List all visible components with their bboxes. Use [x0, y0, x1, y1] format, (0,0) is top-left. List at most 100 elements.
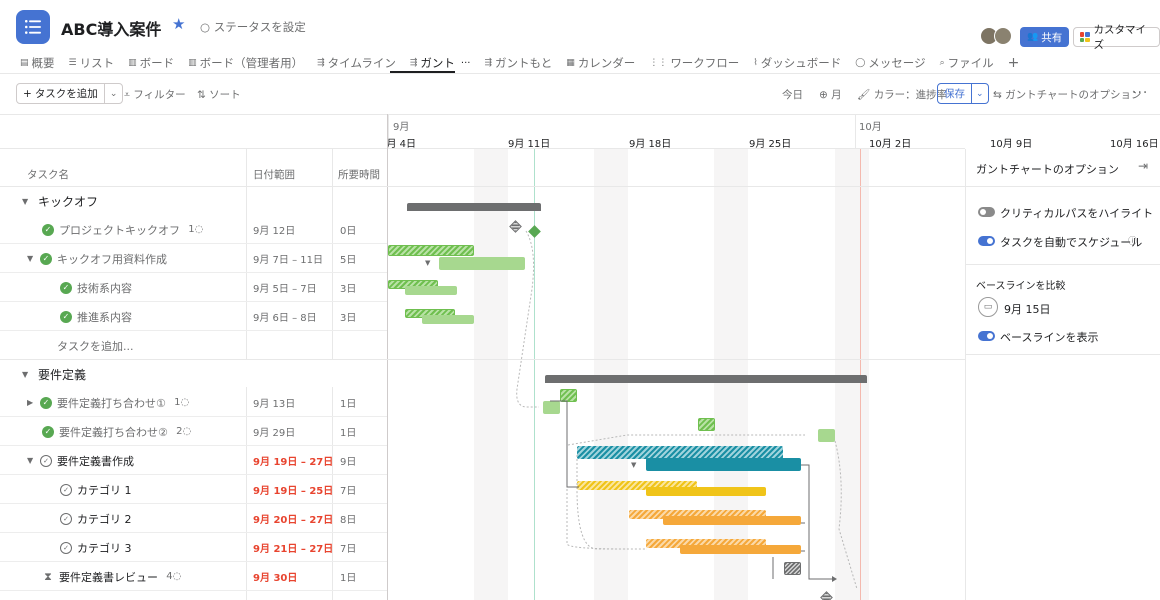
chevron-down-icon[interactable]: ⌄	[972, 84, 988, 103]
column-header-name[interactable]: タスク名	[27, 167, 69, 182]
task-date[interactable]: 9月 6日 – 8日	[253, 302, 317, 331]
zoom-button[interactable]: ⊕ 月	[819, 87, 842, 102]
divider	[965, 186, 1160, 187]
caret-down-icon[interactable]: ▼	[27, 456, 35, 465]
table-row[interactable]: ▶ ✓ 要件定義打ち合わせ① 1◌ 9月 13日 1日	[0, 388, 387, 417]
tab-overview[interactable]: ▤ 概要	[14, 54, 63, 72]
section-title: 要件定義	[38, 367, 87, 382]
critical-path-toggle[interactable]	[978, 207, 995, 217]
tab-timeline[interactable]: ⇶ タイムライン	[311, 54, 404, 72]
task-date[interactable]: 9月 13日	[253, 388, 295, 417]
task-date[interactable]: 9月 12日	[253, 215, 295, 244]
table-row[interactable]: ✓ カテゴリ 3 9月 21日 – 27日 7日	[0, 533, 387, 562]
column-header-duration[interactable]: 所要時間	[338, 167, 380, 182]
tab-gantt[interactable]: ⇶ ガント ···	[404, 54, 479, 72]
table-row[interactable]: ✓ カテゴリ 1 9月 19日 – 25日 7日	[0, 475, 387, 504]
tab-board[interactable]: ▥ ボード	[122, 54, 182, 72]
caret-down-icon[interactable]: ▼	[22, 197, 30, 206]
caret-down-icon[interactable]: ▼	[27, 254, 35, 263]
save-button[interactable]: 保存 ⌄	[937, 83, 989, 104]
more-icon[interactable]: ···	[461, 58, 471, 69]
table-row[interactable]: ✓ カテゴリ 2 9月 20日 – 27日 8日	[0, 504, 387, 533]
add-task-button[interactable]: + タスクを追加 ⌄	[16, 83, 124, 104]
task-date[interactable]: 9月 19日 – 27日	[253, 446, 333, 475]
task-name: 要件定義打ち合わせ①	[57, 396, 166, 410]
color-button[interactable]: 🖌 カラー：進捗率	[857, 87, 947, 102]
check-complete-icon[interactable]: ✓	[42, 425, 54, 438]
section-header[interactable]: ▼ キックオフ	[0, 187, 387, 215]
task-date[interactable]: 9月 20日 – 27日	[253, 504, 333, 533]
comment-count: 1◌	[174, 397, 190, 408]
comment-count: 2◌	[176, 426, 192, 437]
task-date[interactable]: 9月 21日 – 27日	[253, 533, 333, 562]
info-icon[interactable]: ⓘ	[1128, 234, 1137, 247]
auto-schedule-toggle[interactable]	[978, 236, 995, 246]
caret-right-icon[interactable]: ▶	[27, 398, 35, 407]
baseline-section-title: ベースラインを比較	[976, 281, 1066, 292]
baseline-date[interactable]: 9月 15日	[1004, 301, 1051, 317]
check-complete-icon[interactable]: ✓	[42, 223, 54, 236]
table-row[interactable]: ✓ 技術系内容 9月 5日 – 7日 3日	[0, 273, 387, 302]
gantt-options-label: ガントチャートのオプション	[1005, 89, 1142, 101]
tab-label: リスト	[79, 56, 115, 70]
tab-board-admin[interactable]: ▥ ボード（管理者用）	[182, 54, 311, 72]
table-row[interactable]: ⧗ 要件定義書レビュー 4◌ 9月 30日 1日	[0, 562, 387, 591]
avatar	[994, 27, 1012, 45]
show-baseline-option[interactable]: ベースラインを表示	[978, 330, 1158, 344]
task-date[interactable]: 9月 5日 – 7日	[253, 273, 317, 302]
check-complete-icon[interactable]: ✓	[40, 396, 52, 409]
table-row[interactable]: ✓ 要件定義打ち合わせ② 2◌ 9月 29日 1日	[0, 417, 387, 446]
task-date[interactable]: 9月 30日	[253, 562, 297, 591]
collapse-panel-icon[interactable]: ⇥	[1138, 159, 1148, 173]
check-incomplete-icon[interactable]: ✓	[60, 512, 72, 525]
project-icon[interactable]	[16, 10, 50, 44]
chevron-down-icon[interactable]: ⌄	[152, 17, 162, 31]
filter-button[interactable]: ⩡ フィルター	[124, 87, 186, 102]
calendar-icon: ▦	[566, 58, 575, 68]
hourglass-icon[interactable]: ⧗	[42, 570, 54, 584]
share-button[interactable]: 👥 共有	[1020, 27, 1070, 47]
divider	[0, 114, 1160, 115]
task-date[interactable]: 9月 19日 – 25日	[253, 475, 333, 504]
more-icon[interactable]: ···	[1132, 85, 1148, 101]
option-label: タスクを自動でスケジュール	[1000, 236, 1143, 249]
column-header-date[interactable]: 日付範囲	[253, 167, 295, 182]
task-date[interactable]: 9月 29日	[253, 417, 295, 446]
check-incomplete-icon[interactable]: ✓	[60, 541, 72, 554]
today-button[interactable]: 今日	[782, 87, 803, 102]
table-row[interactable]: ✓ 推進系内容 9月 6日 – 8日 3日	[0, 302, 387, 331]
section-header[interactable]: ▼ 要件定義	[0, 360, 387, 388]
tab-files[interactable]: ⌕ ファイル	[934, 54, 1002, 72]
sort-button[interactable]: ⇅ ソート	[197, 87, 241, 102]
table-row[interactable]: ▼ ✓ キックオフ用資料作成 9月 7日 – 11日 5日	[0, 244, 387, 273]
auto-schedule-option[interactable]: タスクを自動でスケジュール ⓘ	[978, 234, 1158, 249]
customize-button[interactable]: カスタマイズ	[1073, 24, 1160, 51]
project-title[interactable]: ABC導入案件	[61, 16, 161, 40]
check-complete-icon[interactable]: ✓	[40, 252, 52, 265]
tab-gantt-original[interactable]: ⇶ ガントもと	[478, 54, 560, 72]
add-tab-button[interactable]: +	[1002, 54, 1028, 72]
tab-dashboard[interactable]: ⌇ ダッシュボード	[747, 54, 849, 72]
tab-calendar[interactable]: ▦ カレンダー	[560, 54, 643, 72]
check-complete-icon[interactable]: ✓	[60, 310, 72, 323]
set-status-button[interactable]: ○ ステータスを設定	[200, 19, 306, 35]
task-date[interactable]: 9月 7日 – 11日	[253, 244, 323, 273]
tab-messages[interactable]: ◯ メッセージ	[849, 54, 933, 72]
check-complete-icon[interactable]: ✓	[60, 281, 72, 294]
tab-list[interactable]: ☰ リスト	[63, 54, 123, 72]
caret-down-icon[interactable]: ▼	[22, 370, 30, 379]
check-incomplete-icon[interactable]: ✓	[40, 454, 52, 467]
add-task-inline[interactable]: タスクを追加...	[57, 331, 134, 360]
show-baseline-toggle[interactable]	[978, 331, 995, 341]
gantt-options-button[interactable]: ⇆ ガントチャートのオプション	[993, 87, 1142, 102]
calendar-icon[interactable]: ▭	[978, 297, 998, 317]
check-incomplete-icon[interactable]: ✓	[60, 483, 72, 496]
member-avatars[interactable]	[980, 27, 1012, 45]
critical-path-option[interactable]: クリティカルパスをハイライト	[978, 206, 1158, 220]
table-row[interactable]: ▼ ✓ 要件定義書作成 9月 19日 – 27日 9日	[0, 446, 387, 475]
table-row[interactable]: ✓ プロジェクトキックオフ 1◌ 9月 12日 0日	[0, 215, 387, 244]
tab-workflow[interactable]: ⋮⋮ ワークフロー	[643, 54, 747, 72]
star-icon[interactable]: ★	[172, 15, 185, 33]
task-duration: 1日	[340, 399, 357, 410]
chevron-down-icon[interactable]: ⌄	[105, 89, 123, 99]
